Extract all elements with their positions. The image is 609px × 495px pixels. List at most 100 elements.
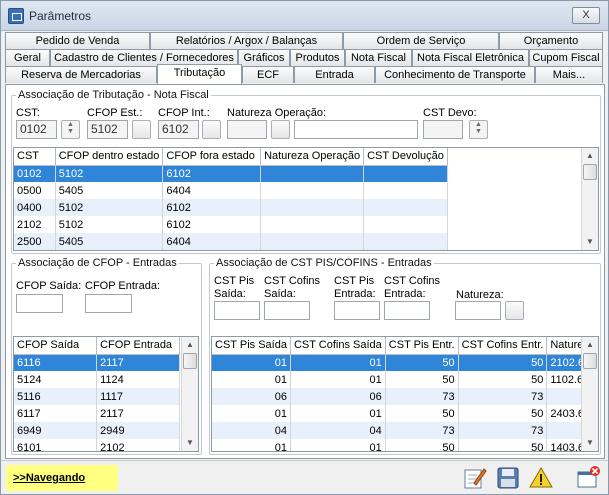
cell: 6949 [14,422,98,439]
col-cfop-dentro[interactable]: CFOP dentro estado [55,148,164,166]
cst-pis-saida-field[interactable] [214,301,260,320]
scroll-thumb[interactable] [583,353,597,369]
cfop-est-field[interactable]: 5102 [87,120,128,139]
table-row[interactable]: 06 06 73 73 [212,388,598,405]
tab-nota-fiscal[interactable]: Nota Fiscal [345,49,412,66]
col-cfop-entrada[interactable]: CFOP Entrada [96,337,180,355]
pis-natureza-lookup-button[interactable] [505,301,524,320]
tab-relatorios[interactable]: Relatórios / Argox / Balanças [150,32,343,49]
tab-cupom-fiscal[interactable]: Cupom Fiscal [529,49,603,66]
table-row[interactable]: 01 01 50 50 1102.6 [212,371,598,388]
scroll-down-icon[interactable]: ▼ [182,435,198,451]
cell: 6102 [162,165,262,182]
tributacao-grid[interactable]: CST CFOP dentro estado CFOP fora estado … [13,147,599,251]
col-cst[interactable]: CST [14,148,56,166]
cfop-int-lookup-button[interactable] [202,120,221,139]
cst-cofins-saida-field[interactable] [264,301,310,320]
cst-devo-spinner[interactable]: ▲ ▼ [469,120,488,139]
table-row[interactable]: 6116 2117 [14,354,180,371]
cell: 06 [212,388,291,405]
table-row[interactable]: 2500 5405 6404 [14,233,448,250]
natureza-desc-field[interactable] [294,120,418,139]
navegando-status[interactable]: >>Navegando [6,465,118,491]
tab-produtos[interactable]: Produtos [290,49,345,66]
tab-ordem-de-servico[interactable]: Ordem de Serviço [343,32,499,49]
table-row[interactable]: 6117 2117 [14,405,180,422]
cell [363,165,448,182]
cell: 01 [212,371,291,388]
tab-entrada[interactable]: Entrada [294,66,375,83]
warning-icon[interactable] [528,465,554,491]
table-row[interactable]: 0500 5405 6404 [14,182,448,199]
pis-natureza-field[interactable] [455,301,501,320]
table-row[interactable]: 2102 5102 6102 [14,216,448,233]
cell [363,233,448,250]
col-cfop-saida[interactable]: CFOP Saída [14,337,98,355]
cfop-est-lookup-button[interactable] [132,120,151,139]
cfop-int-field[interactable]: 6102 [158,120,199,139]
col-cst-cofins-entr[interactable]: CST Cofins Entr. [458,337,548,355]
table-row[interactable]: 0102 5102 6102 [14,165,448,182]
tab-geral[interactable]: Geral [5,49,50,66]
cst-devo-field[interactable] [423,120,463,139]
col-cst-pis-entr[interactable]: CST Pis Entr. [385,337,459,355]
tab-pedido-de-venda[interactable]: Pedido de Venda [5,32,150,49]
cfop-saida-field[interactable] [16,294,63,313]
scroll-up-icon[interactable]: ▲ [182,337,198,353]
tab-graficos[interactable]: Gráficos [238,49,290,66]
table-row[interactable]: 6101 2102 [14,439,180,451]
tributacao-scrollbar[interactable]: ▲ ▼ [581,148,598,250]
table-row[interactable]: 01 01 50 50 2403.6 [212,405,598,422]
col-cst-devolucao[interactable]: CST Devolução [363,148,448,166]
cell [363,199,448,216]
pis-cofins-grid[interactable]: CST Pis Saída CST Cofins Saída CST Pis E… [211,336,599,452]
cfop-entradas-scrollbar[interactable]: ▲ ▼ [181,337,198,451]
cst-field[interactable]: 0102 [16,120,57,139]
cell [260,182,365,199]
tab-mais[interactable]: Mais... [535,66,603,83]
save-icon[interactable] [495,465,521,491]
natureza-code-field[interactable] [227,120,267,139]
cst-pis-entrada-field[interactable] [334,301,380,320]
cell: 01 [212,439,291,451]
cell: 0500 [14,182,56,199]
table-row[interactable]: 01 01 50 50 1403.6 [212,439,598,451]
tab-conhecimento-transporte[interactable]: Conhecimento de Transporte [375,66,535,83]
table-row[interactable]: 6949 2949 [14,422,180,439]
cst-spinner[interactable]: ▲ ▼ [61,120,80,139]
table-row[interactable]: 5124 1124 [14,371,180,388]
close-button[interactable]: X [572,7,600,24]
scroll-thumb[interactable] [583,164,597,180]
natureza-lookup-button[interactable] [271,120,290,139]
tab-ecf[interactable]: ECF [242,66,294,83]
cell: 01 [290,371,386,388]
tab-nota-fiscal-eletronica[interactable]: Nota Fiscal Eletrônica [412,49,529,66]
table-row[interactable]: 0400 5102 6102 [14,199,448,216]
edit-icon[interactable] [462,465,488,491]
scroll-down-icon[interactable]: ▼ [582,234,598,250]
col-cst-pis-saida[interactable]: CST Pis Saída [212,337,291,355]
table-row[interactable]: 04 04 73 73 [212,422,598,439]
status-bar: >>Navegando [1,460,608,494]
cst-cofins-entrada-field[interactable] [384,301,430,320]
scroll-up-icon[interactable]: ▲ [582,337,598,353]
table-row[interactable]: 5116 1117 [14,388,180,405]
pis-cofins-scrollbar[interactable]: ▲ ▼ [581,337,598,451]
tab-reserva-mercadorias[interactable]: Reserva de Mercadorias [5,66,157,83]
tab-tributacao[interactable]: Tributação [157,64,242,84]
cell: 6117 [14,405,98,422]
tab-orcamento[interactable]: Orçamento [499,32,603,49]
col-cst-cofins-saida[interactable]: CST Cofins Saída [290,337,386,355]
cfop-entradas-grid[interactable]: CFOP Saída CFOP Entrada 6116 2117 5124 112… [13,336,199,452]
col-natureza[interactable]: Natureza Operação [260,148,365,166]
col-cfop-fora[interactable]: CFOP fora estado [162,148,262,166]
cell: 01 [290,439,386,451]
scroll-up-icon[interactable]: ▲ [582,148,598,164]
scroll-thumb[interactable] [183,353,197,369]
exit-icon[interactable] [575,465,601,491]
cfop-entrada-field[interactable] [85,294,132,313]
cell: 06 [290,388,386,405]
table-row[interactable]: 01 01 50 50 2102.6 [212,354,598,371]
scroll-down-icon[interactable]: ▼ [582,435,598,451]
pis-saida-label-2: Saída: [214,288,246,300]
